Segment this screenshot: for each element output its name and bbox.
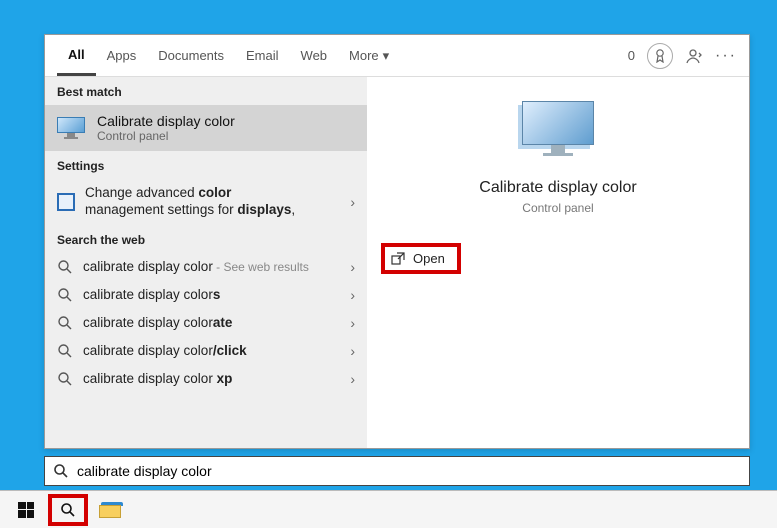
preview-title: Calibrate display color <box>479 179 636 197</box>
chevron-down-icon: ▾ <box>383 48 390 64</box>
search-icon <box>53 463 69 479</box>
tab-apps[interactable]: Apps <box>96 35 148 76</box>
best-match-subtitle: Control panel <box>97 129 235 143</box>
results-list: Best match Calibrate display color Contr… <box>45 77 367 448</box>
tab-all[interactable]: All <box>57 35 96 76</box>
best-match-title: Calibrate display color <box>97 113 235 129</box>
search-box[interactable] <box>44 456 750 486</box>
tab-more[interactable]: More ▾ <box>338 35 400 76</box>
taskbar <box>0 490 777 528</box>
web-result-text: calibrate display colors <box>83 287 220 302</box>
file-explorer-icon <box>99 502 121 518</box>
web-result-text: calibrate display colorate <box>83 315 232 330</box>
search-web-header: Search the web <box>45 225 367 253</box>
account-icon[interactable] <box>685 47 703 65</box>
chevron-right-icon: › <box>350 371 355 387</box>
chevron-right-icon: › <box>350 287 355 303</box>
web-result[interactable]: calibrate display colorate › <box>45 309 367 337</box>
web-result-text: calibrate display color/click <box>83 343 247 358</box>
file-explorer-button[interactable] <box>90 494 130 526</box>
web-result[interactable]: calibrate display color xp › <box>45 365 367 393</box>
web-result[interactable]: calibrate display color - See web result… <box>45 253 367 281</box>
search-scope-tabs: All Apps Documents Email Web More ▾ 0 ··… <box>45 35 749 77</box>
search-icon <box>57 315 73 331</box>
search-icon <box>60 502 76 518</box>
monitor-icon <box>522 101 594 161</box>
settings-result[interactable]: Change advanced color management setting… <box>45 179 367 225</box>
web-result-text: calibrate display color - See web result… <box>83 259 309 274</box>
result-preview-pane: Calibrate display color Control panel Op… <box>367 77 749 448</box>
more-options-icon[interactable]: ··· <box>715 47 737 65</box>
start-button[interactable] <box>6 494 46 526</box>
preview-subtitle: Control panel <box>522 201 593 215</box>
tab-more-label: More <box>349 48 379 63</box>
search-icon <box>57 287 73 303</box>
chevron-right-icon: › <box>350 315 355 331</box>
best-match-result[interactable]: Calibrate display color Control panel <box>45 105 367 151</box>
web-result[interactable]: calibrate display colors › <box>45 281 367 309</box>
tab-web[interactable]: Web <box>290 35 339 76</box>
settings-header: Settings <box>45 151 367 179</box>
search-input[interactable] <box>77 463 741 479</box>
windows-logo-icon <box>18 502 34 518</box>
web-result-text: calibrate display color xp <box>83 371 232 386</box>
open-label: Open <box>413 251 445 266</box>
search-icon <box>57 343 73 359</box>
tab-email[interactable]: Email <box>235 35 290 76</box>
monitor-icon <box>57 117 85 139</box>
settings-item-icon <box>57 193 75 211</box>
tab-documents[interactable]: Documents <box>147 35 235 76</box>
web-result[interactable]: calibrate display color/click › <box>45 337 367 365</box>
settings-result-text: Change advanced color management setting… <box>85 185 305 219</box>
best-match-header: Best match <box>45 77 367 105</box>
chevron-right-icon: › <box>350 259 355 275</box>
search-icon <box>57 259 73 275</box>
search-icon <box>57 371 73 387</box>
rewards-count: 0 <box>628 48 635 63</box>
chevron-right-icon: › <box>350 343 355 359</box>
taskbar-search-button[interactable] <box>48 494 88 526</box>
open-button[interactable]: Open <box>381 243 461 274</box>
chevron-right-icon: › <box>350 194 355 210</box>
rewards-icon[interactable] <box>647 43 673 69</box>
windows-search-panel: All Apps Documents Email Web More ▾ 0 ··… <box>44 34 750 449</box>
open-icon <box>391 252 405 266</box>
